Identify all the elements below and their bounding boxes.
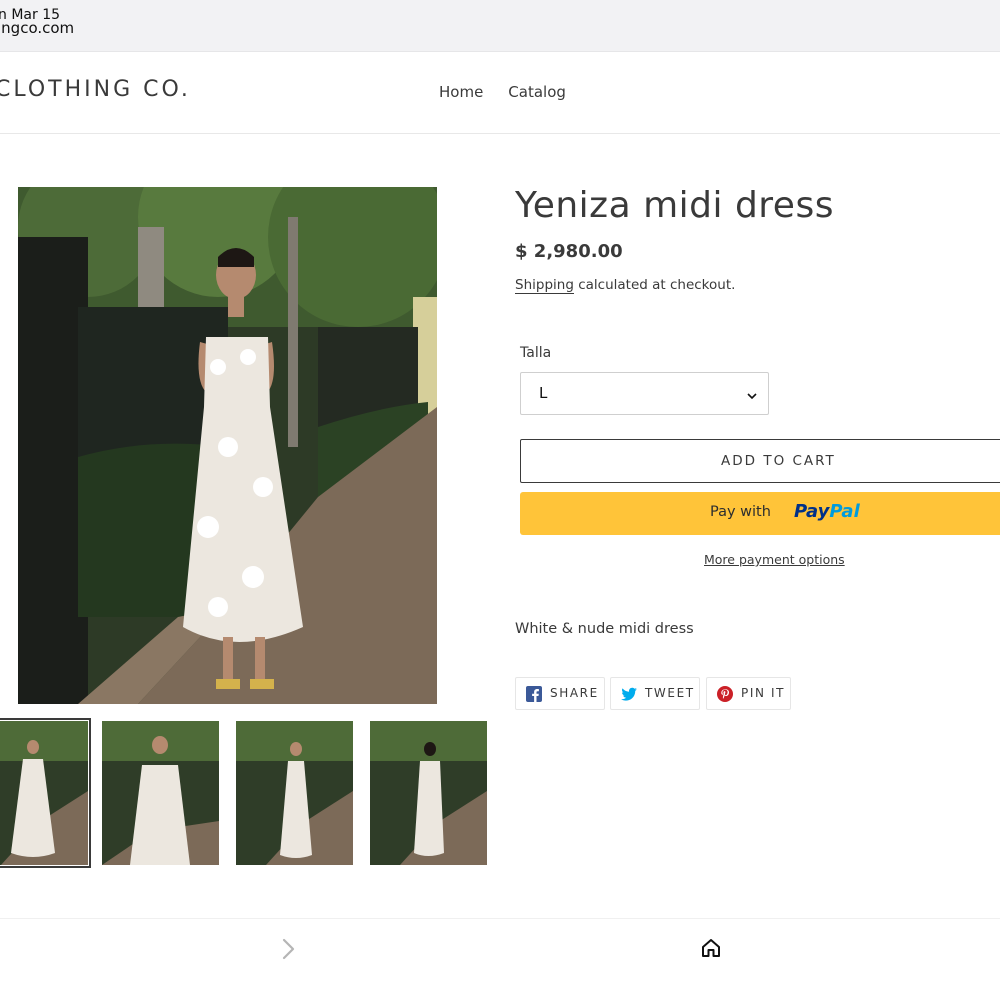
thumbnail-2[interactable] — [102, 721, 219, 865]
size-label: Talla — [520, 345, 552, 361]
status-url[interactable]: ingco.com — [0, 19, 74, 37]
share-twitter-button[interactable]: TWEET — [610, 677, 700, 710]
chevron-down-icon — [746, 387, 758, 406]
chevron-right-icon[interactable] — [279, 937, 299, 965]
paypal-logo: PayPal — [794, 501, 860, 522]
share-pinterest-button[interactable]: PIN IT — [706, 677, 791, 710]
product-title: Yeniza midi dress — [515, 185, 834, 226]
pinterest-icon — [717, 686, 733, 706]
shipping-link[interactable]: Shipping — [515, 277, 574, 294]
paypal-button[interactable]: Pay with PayPal — [520, 492, 1000, 535]
site-header: CLOTHING CO. Home Catalog — [0, 52, 1000, 134]
size-select[interactable]: L — [520, 372, 769, 415]
product-price: $ 2,980.00 — [515, 241, 623, 262]
nav-home[interactable]: Home — [439, 83, 483, 101]
facebook-icon — [526, 686, 542, 706]
browser-status-bar: n Mar 15 ingco.com — [0, 0, 1000, 52]
thumbnail-1[interactable] — [0, 718, 91, 868]
main-nav: Home Catalog — [439, 83, 566, 101]
shipping-note: Shipping calculated at checkout. — [515, 277, 736, 294]
shipping-text: calculated at checkout. — [573, 277, 736, 293]
share-pinterest-label: PIN IT — [741, 686, 786, 700]
share-twitter-label: TWEET — [645, 686, 695, 700]
share-facebook-label: SHARE — [550, 686, 599, 700]
nav-catalog[interactable]: Catalog — [508, 83, 566, 101]
share-facebook-button[interactable]: SHARE — [515, 677, 605, 710]
bottom-toolbar — [0, 918, 1000, 1000]
add-to-cart-label: ADD TO CART — [721, 453, 836, 469]
store-logo[interactable]: CLOTHING CO. — [0, 77, 191, 102]
size-select-value: L — [539, 384, 548, 402]
product-description: White & nude midi dress — [515, 621, 694, 637]
thumbnail-3[interactable] — [236, 721, 353, 865]
product-main-image[interactable] — [18, 187, 437, 704]
home-icon[interactable] — [700, 937, 722, 963]
twitter-icon — [621, 686, 638, 706]
thumbnail-4[interactable] — [370, 721, 487, 865]
paypal-prefix: Pay with — [710, 504, 771, 520]
more-payment-options-link[interactable]: More payment options — [704, 552, 845, 567]
add-to-cart-button[interactable]: ADD TO CART — [520, 439, 1000, 483]
